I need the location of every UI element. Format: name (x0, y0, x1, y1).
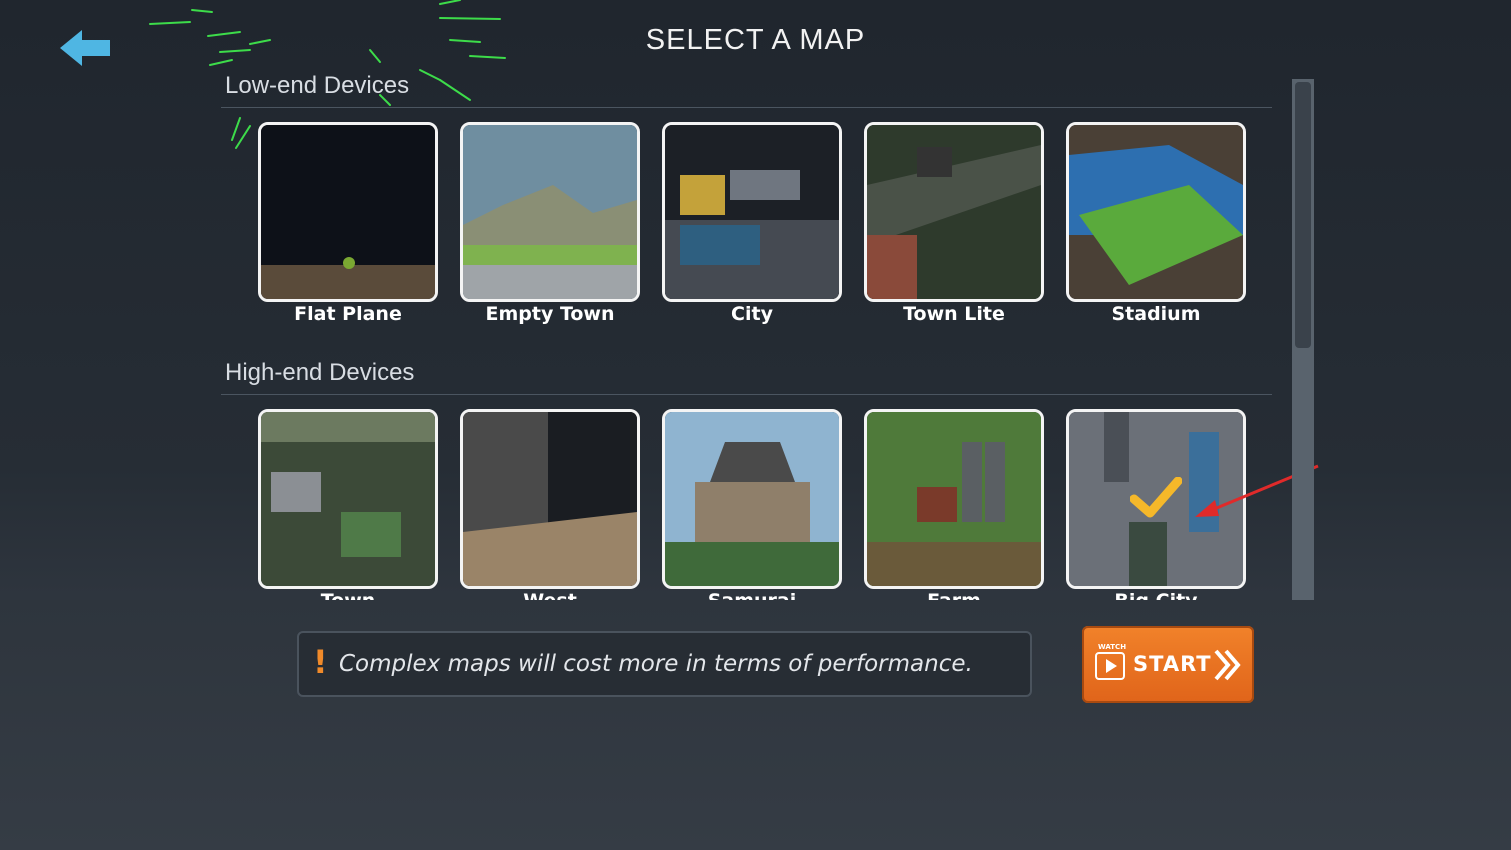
play-video-icon (1095, 652, 1125, 680)
map-thumbnail (662, 409, 842, 589)
map-card-stadium[interactable]: Stadium (1066, 122, 1246, 325)
map-thumbnail (460, 122, 640, 302)
performance-notice: ! Complex maps will cost more in terms o… (297, 631, 1032, 697)
map-name: Big City (1036, 590, 1276, 600)
watch-label: WATCH (1098, 643, 1127, 651)
warning-icon: ! (313, 643, 328, 681)
map-card-big-city[interactable]: Big City (1066, 409, 1246, 600)
map-thumbnail (864, 409, 1044, 589)
double-chevron-right-icon (1214, 649, 1241, 681)
map-thumbnail (258, 122, 438, 302)
map-card-farm[interactable]: Farm (864, 409, 1044, 600)
map-list[interactable]: Flat Plane Empty Town City Town Lite Sta… (221, 0, 1291, 600)
notice-text: Complex maps will cost more in terms of … (339, 651, 973, 677)
map-card-empty-town[interactable]: Empty Town (460, 122, 640, 325)
selected-check-icon (1130, 477, 1182, 518)
map-thumbnail (662, 122, 842, 302)
map-card-west[interactable]: West (460, 409, 640, 600)
map-card-city[interactable]: City (662, 122, 842, 325)
map-thumbnail (1066, 122, 1246, 302)
scrollbar-thumb[interactable] (1295, 82, 1311, 348)
map-card-town[interactable]: Town (258, 409, 438, 600)
map-thumbnail (258, 409, 438, 589)
start-label: START (1133, 652, 1212, 676)
start-button[interactable]: WATCH START (1082, 626, 1254, 703)
map-thumbnail (864, 122, 1044, 302)
map-thumbnail (460, 409, 640, 589)
map-card-town-lite[interactable]: Town Lite (864, 122, 1044, 325)
map-card-samurai[interactable]: Samurai (662, 409, 842, 600)
map-card-flat-plane[interactable]: Flat Plane (258, 122, 438, 325)
map-name: Stadium (1111, 303, 1201, 325)
